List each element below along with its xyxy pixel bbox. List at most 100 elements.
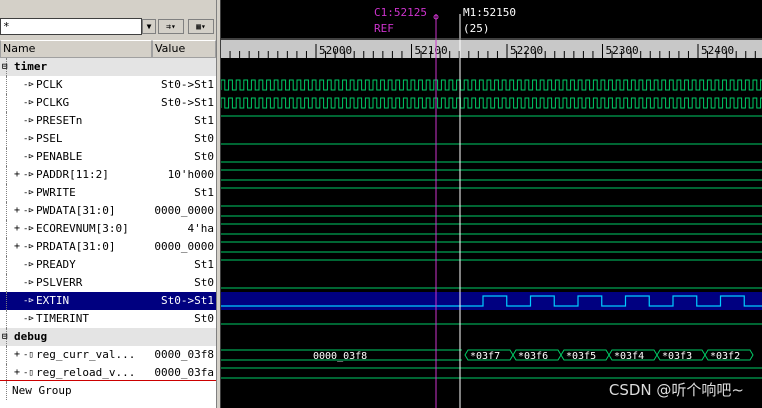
group-timer[interactable]: ⊟ timer bbox=[0, 58, 216, 76]
signal-name: PCLKG bbox=[36, 96, 70, 109]
waveform-canvas[interactable]: 52000 52100 52200 52300 52400 0000_03f8 *03f7 *… bbox=[221, 0, 762, 408]
signal-name: PWDATA[31:0] bbox=[36, 204, 116, 217]
debug-signal-row[interactable]: -▯ reg_curr_val... 0000_03f8 + bbox=[0, 346, 216, 364]
signal-icon: -⊳ bbox=[23, 170, 34, 180]
ruler-label: 52400 bbox=[701, 44, 734, 57]
collapse-icon: ⊟ bbox=[2, 332, 8, 342]
signal-icon: -⊳ bbox=[23, 296, 34, 306]
ruler-label: 52100 bbox=[415, 44, 448, 57]
signal-value: St1 bbox=[194, 114, 214, 127]
tree-line bbox=[6, 130, 8, 148]
signal-row[interactable]: -⊳ PRESETn St1 bbox=[0, 112, 216, 130]
signal-name: PREADY bbox=[36, 258, 76, 271]
signal-name: reg_curr_val... bbox=[36, 348, 136, 361]
tree-line bbox=[6, 112, 8, 130]
tree-line bbox=[6, 202, 8, 220]
signal-icon: -⊳ bbox=[23, 314, 34, 324]
expand-icon[interactable]: + bbox=[14, 166, 20, 184]
column-header-value[interactable]: Value bbox=[152, 40, 216, 58]
signal-icon: -⊳ bbox=[23, 224, 34, 234]
signal-value: 0000_03f8 bbox=[154, 348, 214, 361]
signal-row[interactable]: -⊳ PWRITE St1 bbox=[0, 184, 216, 202]
signal-name: TIMERINT bbox=[36, 312, 89, 325]
signal-row[interactable]: -⊳ PSEL St0 bbox=[0, 130, 216, 148]
bus-value: *03f4 bbox=[614, 351, 644, 362]
tree-line bbox=[6, 76, 8, 94]
radix-button[interactable]: ⇉▾ bbox=[158, 19, 184, 34]
column-header-name[interactable]: Name bbox=[0, 40, 152, 58]
signal-row[interactable]: -⊳ PCLK St0->St1 bbox=[0, 76, 216, 94]
signal-value: 10'h000 bbox=[167, 168, 214, 181]
signal-value: St0 bbox=[194, 312, 214, 325]
signal-name: PWRITE bbox=[36, 186, 76, 199]
signal-value: St1 bbox=[194, 258, 214, 271]
signal-filter-combo[interactable]: * bbox=[0, 18, 142, 35]
watermark: CSDN @听个响吧~ bbox=[608, 381, 744, 399]
signal-value: 4'ha bbox=[187, 222, 215, 235]
expand-icon[interactable]: + bbox=[14, 220, 20, 238]
clock-wave bbox=[221, 97, 762, 109]
tree-line bbox=[6, 346, 8, 364]
signal-icon: -⊳ bbox=[23, 242, 34, 252]
signal-icon: -⊳ bbox=[23, 278, 34, 288]
signal-row[interactable]: -⊳ TIMERINT St0 bbox=[0, 310, 216, 328]
signal-value: St0 bbox=[194, 276, 214, 289]
chevron-down-icon[interactable]: ▼ bbox=[142, 19, 156, 34]
signal-row[interactable]: -⊳ PWDATA[31:0] 0000_0000 + bbox=[0, 202, 216, 220]
signal-row[interactable]: -⊳ ECOREVNUM[3:0] 4'ha + bbox=[0, 220, 216, 238]
expand-icon[interactable]: + bbox=[14, 346, 20, 364]
signal-name: PSEL bbox=[36, 132, 63, 145]
group-debug[interactable]: ⊟ debug bbox=[0, 328, 216, 346]
signal-name: PRDATA[31:0] bbox=[36, 240, 116, 253]
ruler-label: 52200 bbox=[510, 44, 543, 57]
signal-value: St1 bbox=[194, 186, 214, 199]
signal-value: St0->St1 bbox=[161, 96, 214, 109]
signal-value: St0 bbox=[194, 150, 214, 163]
signal-row[interactable]: -⊳ PENABLE St0 bbox=[0, 148, 216, 166]
expand-icon[interactable]: + bbox=[14, 238, 20, 256]
signal-name: debug bbox=[14, 330, 48, 343]
signal-row[interactable]: -⊳ EXTIN St0->St1 bbox=[0, 292, 216, 310]
cursor-delta-label: (25) bbox=[463, 22, 490, 35]
collapse-icon: ⊟ bbox=[2, 62, 8, 72]
tree-line bbox=[6, 220, 8, 238]
signal-name: ECOREVNUM[3:0] bbox=[36, 222, 129, 235]
tree-line bbox=[6, 274, 8, 292]
signal-icon: -⊳ bbox=[23, 152, 34, 162]
signal-row[interactable]: -⊳ PCLKG St0->St1 bbox=[0, 94, 216, 112]
toolbar: * ▼ ⇉▾ ▦▾ bbox=[0, 0, 216, 41]
waveform-panel[interactable]: 52000 52100 52200 52300 52400 0000_03f8 *03f7 *… bbox=[221, 0, 762, 408]
signal-name: New Group bbox=[12, 384, 72, 397]
signal-row[interactable]: -⊳ PRDATA[31:0] 0000_0000 + bbox=[0, 238, 216, 256]
tree-line bbox=[6, 382, 8, 400]
tree-line bbox=[6, 256, 8, 274]
signal-icon: -⊳ bbox=[23, 80, 34, 90]
selected-row-band bbox=[221, 292, 762, 310]
bus-value: *03f2 bbox=[710, 351, 740, 362]
group-new[interactable]: New Group bbox=[0, 382, 216, 400]
ruler-label: 52000 bbox=[319, 44, 352, 57]
group-band bbox=[221, 330, 762, 344]
signal-icon: -⊳ bbox=[23, 188, 34, 198]
signal-name: PADDR[11:2] bbox=[36, 168, 109, 181]
expand-icon[interactable]: + bbox=[14, 202, 20, 220]
signal-row[interactable]: -⊳ PADDR[11:2] 10'h000 + bbox=[0, 166, 216, 184]
tree-line bbox=[6, 292, 8, 310]
color-button[interactable]: ▦▾ bbox=[188, 19, 214, 34]
tree-line bbox=[6, 238, 8, 256]
signal-icon: -⊳ bbox=[23, 260, 34, 270]
signal-name: PENABLE bbox=[36, 150, 83, 163]
signal-icon: -⊳ bbox=[23, 98, 34, 108]
signal-value: St0->St1 bbox=[161, 294, 214, 307]
separator-line bbox=[0, 380, 216, 381]
signal-row[interactable]: -⊳ PREADY St1 bbox=[0, 256, 216, 274]
bus-value: *03f6 bbox=[518, 351, 548, 362]
signal-name: PSLVERR bbox=[36, 276, 83, 289]
bus-icon: -▯ bbox=[23, 350, 34, 360]
tree-line bbox=[6, 166, 8, 184]
signal-icon: -⊳ bbox=[23, 134, 34, 144]
signal-row[interactable]: -⊳ PSLVERR St0 bbox=[0, 274, 216, 292]
group-band bbox=[221, 60, 762, 74]
signal-name: PCLK bbox=[36, 78, 63, 91]
bus-value: *03f7 bbox=[470, 351, 500, 362]
